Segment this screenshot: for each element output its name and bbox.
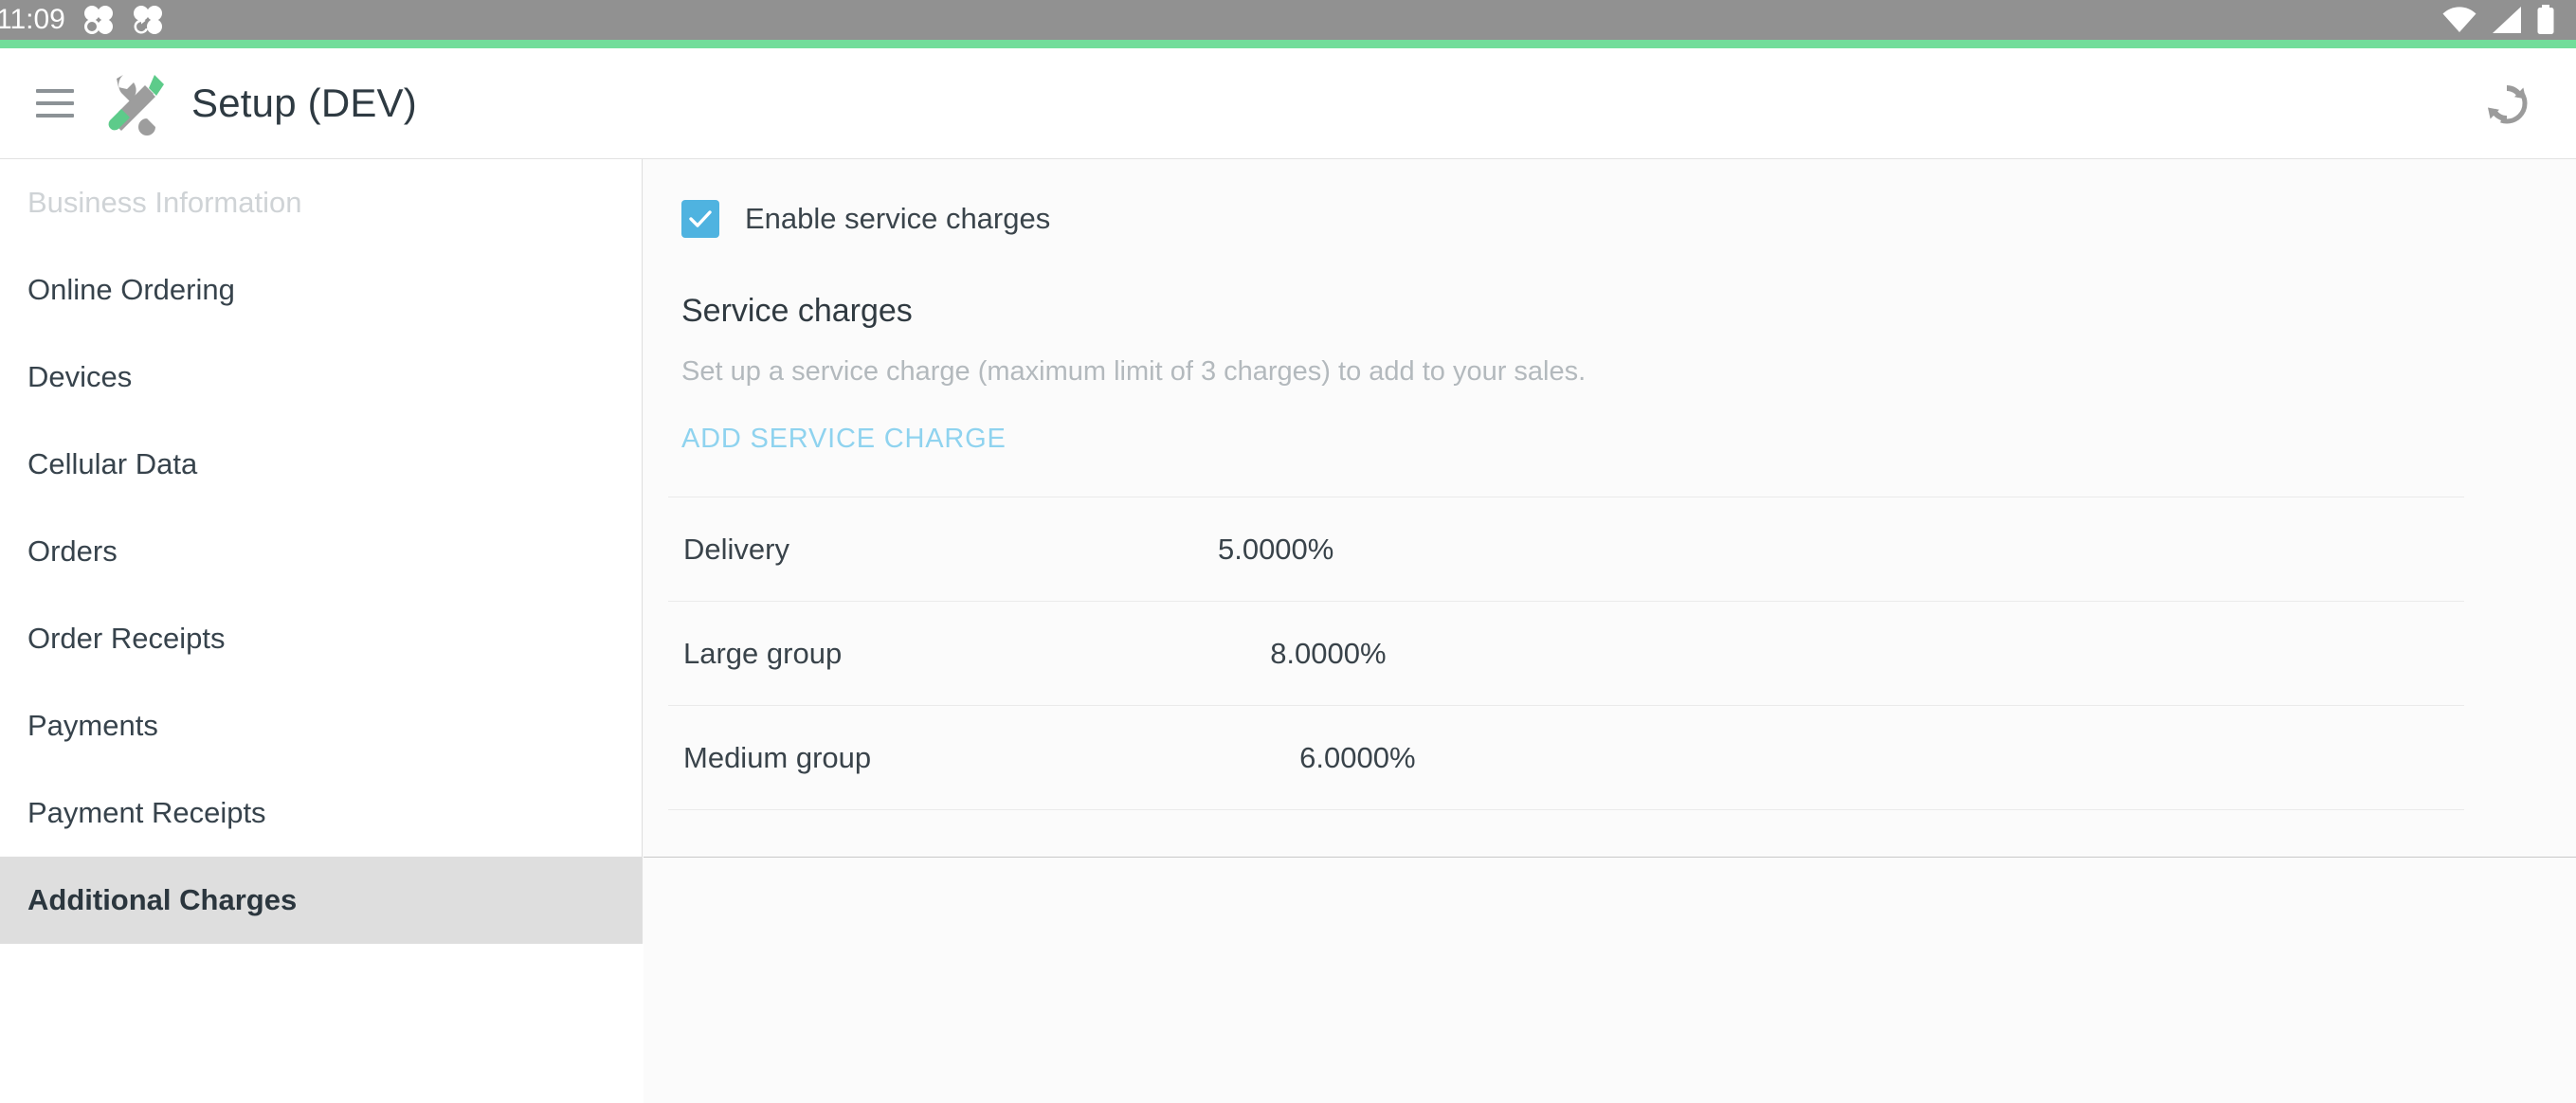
hamburger-bar <box>36 114 74 118</box>
status-bar-left: 11:09 <box>0 0 164 40</box>
enable-service-charges-label: Enable service charges <box>745 202 1051 235</box>
status-bar-right <box>2441 5 2555 35</box>
sidebar-item-additional-charges[interactable]: Additional Charges <box>0 857 642 944</box>
sidebar-item-label: Devices <box>27 360 133 393</box>
charge-value: 6.0000% <box>1299 740 1416 774</box>
sidebar-item-label: Cellular Data <box>27 447 198 480</box>
sidebar-item-label: Additional Charges <box>27 883 298 916</box>
charge-name: Medium group <box>683 740 872 774</box>
sidebar-item-label: Order Receipts <box>27 622 226 655</box>
refresh-sync-icon[interactable] <box>2477 74 2536 133</box>
battery-icon <box>2536 5 2555 35</box>
sidebar-item-label: Online Ordering <box>27 273 235 306</box>
sidebar-item-label: Business Information <box>27 186 302 219</box>
wifi-icon <box>2441 6 2477 34</box>
section-title: Service charges <box>681 293 913 329</box>
check-icon <box>689 210 712 227</box>
service-charge-list: Delivery 5.0000% Large group 8.0000% Med… <box>668 497 2464 810</box>
sidebar-item-business-information[interactable]: Business Information <box>0 159 642 246</box>
clover-notification-icon <box>82 4 115 36</box>
table-row[interactable]: Large group 8.0000% <box>668 602 2464 706</box>
add-service-charge-button[interactable]: ADD SERVICE CHARGE <box>681 424 1007 455</box>
charge-name: Delivery <box>683 532 789 566</box>
app-bar: Setup (DEV) <box>0 48 2576 159</box>
sidebar-item-orders[interactable]: Orders <box>0 508 642 595</box>
settings-sidebar[interactable]: Business Information Online Ordering Dev… <box>0 159 643 944</box>
content-root: Business Information Online Ordering Dev… <box>0 159 2576 1103</box>
table-row[interactable]: Delivery 5.0000% <box>668 497 2464 602</box>
clover-sync-notification-icon <box>132 4 164 36</box>
page-title: Setup (DEV) <box>191 81 417 125</box>
charge-value: 5.0000% <box>1217 532 1334 566</box>
sidebar-item-online-ordering[interactable]: Online Ordering <box>0 246 642 334</box>
hamburger-menu-icon[interactable] <box>36 89 74 118</box>
hamburger-bar <box>36 101 74 105</box>
sidebar-item-label: Payments <box>27 709 158 742</box>
accent-line <box>0 40 2576 48</box>
sidebar-item-payments[interactable]: Payments <box>0 682 642 769</box>
charge-value: 8.0000% <box>1270 636 1387 670</box>
table-row[interactable]: Medium group 6.0000% <box>668 706 2464 810</box>
section-description: Set up a service charge (maximum limit o… <box>681 356 1587 387</box>
tools-setup-icon <box>102 66 191 141</box>
status-bar: 11:09 <box>0 0 2576 40</box>
service-charges-panel: Enable service charges Service charges S… <box>644 159 2576 858</box>
enable-service-charges-row[interactable]: Enable service charges <box>644 159 2576 238</box>
sidebar-item-label: Orders <box>27 534 118 568</box>
status-clock: 11:09 <box>0 4 65 35</box>
sidebar-item-cellular-data[interactable]: Cellular Data <box>0 421 642 508</box>
sidebar-item-order-receipts[interactable]: Order Receipts <box>0 595 642 682</box>
sidebar-item-devices[interactable]: Devices <box>0 334 642 421</box>
cellular-signal-icon <box>2491 6 2523 34</box>
sidebar-item-label: Payment Receipts <box>27 796 266 829</box>
enable-service-charges-checkbox[interactable] <box>681 200 719 238</box>
charge-name: Large group <box>683 636 843 670</box>
hamburger-bar <box>36 89 74 93</box>
panel-lower-strip <box>644 859 2576 1103</box>
sidebar-item-payment-receipts[interactable]: Payment Receipts <box>0 769 642 857</box>
